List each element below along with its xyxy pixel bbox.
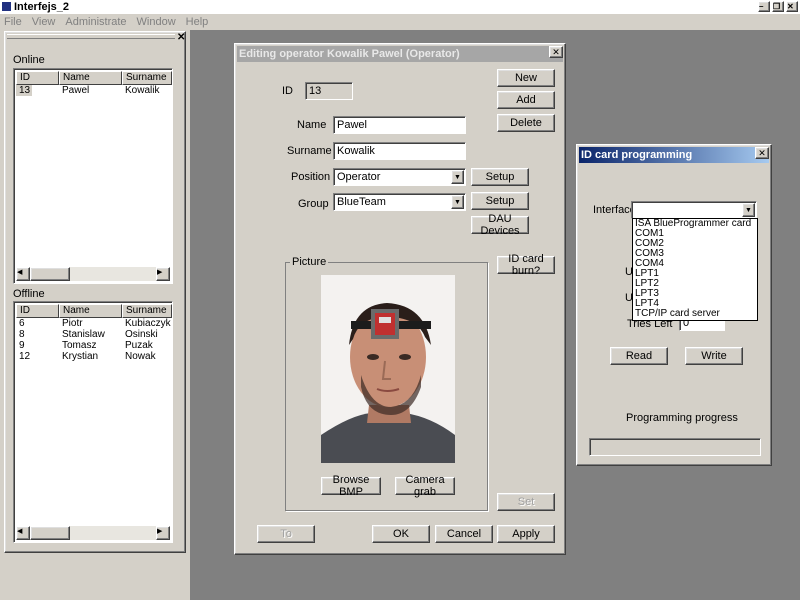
app-title-bar: Interfejs_2 – ❐ ✕ bbox=[0, 0, 800, 14]
menu-bar: File View Administrate Window Help bbox=[0, 14, 800, 30]
menu-view[interactable]: View bbox=[32, 16, 56, 28]
add-button[interactable]: Add bbox=[497, 91, 555, 109]
close-icon[interactable]: ✕ bbox=[786, 1, 798, 12]
table-row[interactable]: 8 Stanislaw Osinski bbox=[16, 329, 172, 340]
ok-button[interactable]: OK bbox=[372, 525, 430, 543]
scroll-left-icon[interactable]: ◀ bbox=[16, 267, 30, 281]
scroll-right-icon[interactable]: ▶ bbox=[156, 267, 170, 281]
pane-grip[interactable] bbox=[7, 34, 175, 39]
menu-help[interactable]: Help bbox=[186, 16, 209, 28]
group-select[interactable]: BlueTeam ▼ bbox=[333, 193, 466, 211]
apply-button[interactable]: Apply bbox=[497, 525, 555, 543]
offline-list[interactable]: ID Name Surname 6 Piotr Kubiaczyk 8 Stan… bbox=[13, 301, 173, 543]
progress-label: Programming progress bbox=[626, 412, 738, 424]
scroll-thumb[interactable] bbox=[30, 526, 70, 540]
edit-dialog-title: Editing operator Kowalik Pawel (Operator… bbox=[239, 48, 460, 60]
maximize-icon[interactable]: ❐ bbox=[772, 1, 784, 12]
surname-label: Surname bbox=[287, 145, 332, 157]
scroll-thumb[interactable] bbox=[30, 267, 70, 281]
operator-photo bbox=[321, 275, 455, 463]
card-dialog-title-bar: ID card programming bbox=[579, 147, 769, 163]
id-label: ID bbox=[282, 85, 293, 97]
card-dialog-title: ID card programming bbox=[581, 149, 693, 161]
menu-file[interactable]: File bbox=[4, 16, 22, 28]
cancel-button[interactable]: Cancel bbox=[435, 525, 493, 543]
setup-position-button[interactable]: Setup bbox=[471, 168, 529, 186]
col-id[interactable]: ID bbox=[16, 71, 59, 85]
setup-group-button[interactable]: Setup bbox=[471, 192, 529, 210]
minimize-icon[interactable]: – bbox=[758, 1, 770, 12]
id-field: 13 bbox=[305, 82, 353, 100]
online-label: Online bbox=[13, 54, 45, 66]
delete-button[interactable]: Delete bbox=[497, 114, 555, 132]
edit-dialog-title-bar: Editing operator Kowalik Pawel (Operator… bbox=[237, 46, 563, 62]
new-button[interactable]: New bbox=[497, 69, 555, 87]
app-icon bbox=[2, 2, 11, 11]
table-row[interactable]: 13 Pawel Kowalik bbox=[16, 85, 172, 96]
menu-window[interactable]: Window bbox=[137, 16, 176, 28]
name-label: Name bbox=[297, 119, 327, 131]
chevron-down-icon[interactable]: ▼ bbox=[451, 195, 464, 209]
interface-label: Interface bbox=[593, 204, 636, 216]
chevron-down-icon[interactable]: ▼ bbox=[742, 203, 755, 217]
operator-photo-image bbox=[321, 275, 455, 463]
interface-dropdown-list[interactable]: ISA BlueProgrammer card COM1 COM2 COM3 C… bbox=[632, 218, 758, 321]
pane-close-icon[interactable]: ✕ bbox=[177, 32, 185, 43]
programming-progress-bar bbox=[589, 438, 761, 456]
col-surname[interactable]: Surname bbox=[122, 71, 172, 85]
browse-bmp-button[interactable]: Browse BMP bbox=[321, 474, 381, 498]
list-item[interactable]: TCP/IP card server bbox=[633, 309, 757, 319]
edit-dialog-close-icon[interactable]: ✕ bbox=[549, 46, 563, 58]
offline-list-header: ID Name Surname bbox=[16, 304, 172, 318]
picture-label: Picture bbox=[292, 256, 327, 268]
chevron-down-icon[interactable]: ▼ bbox=[451, 170, 464, 184]
id-card-programming-dialog: ID card programming ✕ Interface ▼ U U Tr… bbox=[576, 144, 772, 466]
col-id[interactable]: ID bbox=[16, 304, 59, 318]
scroll-left-icon[interactable]: ◀ bbox=[16, 526, 30, 540]
surname-input[interactable]: Kowalik bbox=[333, 142, 466, 160]
col-surname[interactable]: Surname bbox=[122, 304, 172, 318]
col-name[interactable]: Name bbox=[59, 71, 122, 85]
id-card-burn-button[interactable]: ID card burn? bbox=[497, 253, 555, 277]
read-button[interactable]: Read bbox=[610, 347, 668, 365]
position-select[interactable]: Operator ▼ bbox=[333, 168, 466, 186]
group-label: Group bbox=[298, 198, 329, 210]
offline-label: Offline bbox=[13, 288, 45, 300]
position-label: Position bbox=[291, 171, 331, 183]
table-row[interactable]: 9 Tomasz Puzak bbox=[16, 340, 172, 351]
to-button[interactable]: To bbox=[257, 525, 315, 543]
camera-grab-button[interactable]: Camera grab bbox=[395, 474, 455, 498]
col-name[interactable]: Name bbox=[59, 304, 122, 318]
scroll-right-icon[interactable]: ▶ bbox=[156, 526, 170, 540]
online-list-header: ID Name Surname bbox=[16, 71, 172, 85]
write-button[interactable]: Write bbox=[685, 347, 743, 365]
dau-devices-button[interactable]: DAU Devices bbox=[471, 213, 529, 237]
name-input[interactable]: Pawel bbox=[333, 116, 466, 134]
operators-pane: ✕ Online ID Name Surname 13 Pawel Kowali… bbox=[4, 31, 186, 553]
online-list[interactable]: ID Name Surname 13 Pawel Kowalik ◀ ▶ bbox=[13, 68, 173, 284]
edit-operator-dialog: Editing operator Kowalik Pawel (Operator… bbox=[234, 43, 566, 555]
table-row[interactable]: 12 Krystian Nowak bbox=[16, 351, 172, 362]
interface-select[interactable]: ▼ bbox=[631, 201, 757, 219]
offline-hscrollbar[interactable]: ◀ ▶ bbox=[16, 526, 170, 540]
menu-administrate[interactable]: Administrate bbox=[65, 16, 126, 28]
set-button[interactable]: Set bbox=[497, 493, 555, 511]
app-title: Interfejs_2 bbox=[14, 1, 70, 13]
card-dialog-close-icon[interactable]: ✕ bbox=[755, 147, 769, 159]
online-hscrollbar[interactable]: ◀ ▶ bbox=[16, 267, 170, 281]
table-row[interactable]: 6 Piotr Kubiaczyk bbox=[16, 318, 172, 329]
